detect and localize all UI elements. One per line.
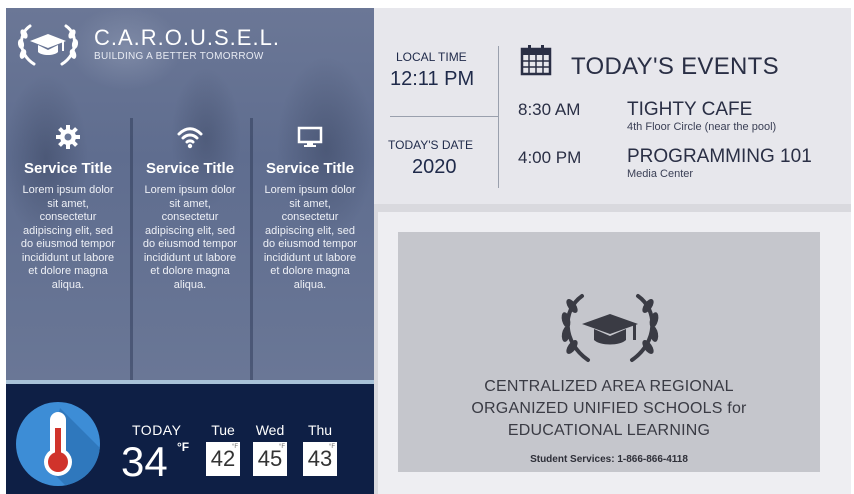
forecast-unit: °F	[231, 444, 238, 450]
service-title: Service Title	[265, 160, 355, 177]
event-location: Media Center	[627, 168, 694, 180]
temperature-unit: °F	[177, 440, 190, 454]
forecast-temp-box: 43 °F	[303, 442, 337, 476]
graduation-cap-laurel-icon	[17, 24, 79, 66]
forecast-unit: °F	[278, 444, 285, 450]
service-description: Lorem ipsum dolor sit amet, consectetur …	[142, 184, 238, 291]
student-services-contact: Student Services: 1-866-866-4118	[530, 454, 688, 465]
event-time: 4:00 PM	[518, 148, 582, 167]
date-value: 2020	[412, 156, 457, 178]
today-label: TODAY	[132, 422, 182, 438]
local-time-label: LOCAL TIME	[396, 50, 467, 64]
brand-header: C.A.R.O.U.S.E.L. BUILDING A BETTER TOMOR…	[14, 20, 280, 68]
thermometer-icon	[44, 408, 100, 486]
forecast-day: Thu	[307, 422, 333, 438]
school-panel: CENTRALIZED AREA REGIONAL ORGANIZED UNIF…	[378, 212, 851, 494]
calendar-icon	[520, 45, 552, 76]
local-time: 12:11 PM	[390, 68, 475, 90]
service-title: Service Title	[145, 160, 235, 177]
weather-panel: TODAY 34 °F Tue 42 °F Wed 45 °F Thu 43 °…	[6, 384, 374, 494]
forecast-day: Wed	[255, 422, 285, 438]
wifi-icon	[177, 127, 203, 149]
event-time: 8:30 AM	[518, 100, 581, 119]
events-title: TODAY'S EVENTS	[571, 53, 779, 80]
service-card: Service Title Lorem ipsum dolor sit amet…	[252, 120, 368, 292]
forecast-unit: °F	[328, 444, 335, 450]
school-card: CENTRALIZED AREA REGIONAL ORGANIZED UNIF…	[398, 232, 820, 472]
service-description: Lorem ipsum dolor sit amet, consectetur …	[262, 184, 358, 291]
forecast-temp-box: 45 °F	[253, 442, 287, 476]
services-panel: C.A.R.O.U.S.E.L. BUILDING A BETTER TOMOR…	[6, 8, 374, 380]
graduation-cap-laurel-icon	[561, 294, 659, 362]
event-location: 4th Floor Circle (near the pool)	[627, 121, 777, 133]
forecast-temp-box: 42 °F	[206, 442, 240, 476]
service-description: Lorem ipsum dolor sit amet, consectetur …	[20, 184, 116, 291]
school-name-line: CENTRALIZED AREA REGIONAL	[484, 378, 734, 395]
service-card: Service Title Lorem ipsum dolor sit amet…	[132, 120, 248, 292]
school-name-line: ORGANIZED UNIFIED SCHOOLS for	[471, 400, 747, 417]
service-card: Service Title Lorem ipsum dolor sit amet…	[10, 120, 126, 292]
event-name: TIGHTY CAFE	[627, 99, 753, 120]
gear-icon	[56, 125, 80, 149]
monitor-icon	[297, 126, 323, 147]
divider	[390, 116, 498, 117]
info-panel: LOCAL TIME 12:11 PM TODAY'S DATE 2020 TO…	[374, 8, 851, 204]
signage-screen: C.A.R.O.U.S.E.L. BUILDING A BETTER TOMOR…	[6, 8, 851, 494]
school-name: CENTRALIZED AREA REGIONAL ORGANIZED UNIF…	[398, 376, 820, 442]
today-temperature: 34	[121, 438, 168, 485]
event-name: PROGRAMMING 101	[627, 146, 812, 167]
brand-subtitle: BUILDING A BETTER TOMORROW	[94, 51, 264, 62]
school-name-line: EDUCATIONAL LEARNING	[507, 422, 711, 439]
date-label: TODAY'S DATE	[388, 138, 473, 152]
brand-title: C.A.R.O.U.S.E.L.	[94, 25, 280, 50]
thermometer-badge	[16, 402, 100, 486]
forecast-day: Tue	[211, 422, 235, 438]
service-title: Service Title	[23, 160, 113, 177]
divider	[498, 46, 499, 188]
